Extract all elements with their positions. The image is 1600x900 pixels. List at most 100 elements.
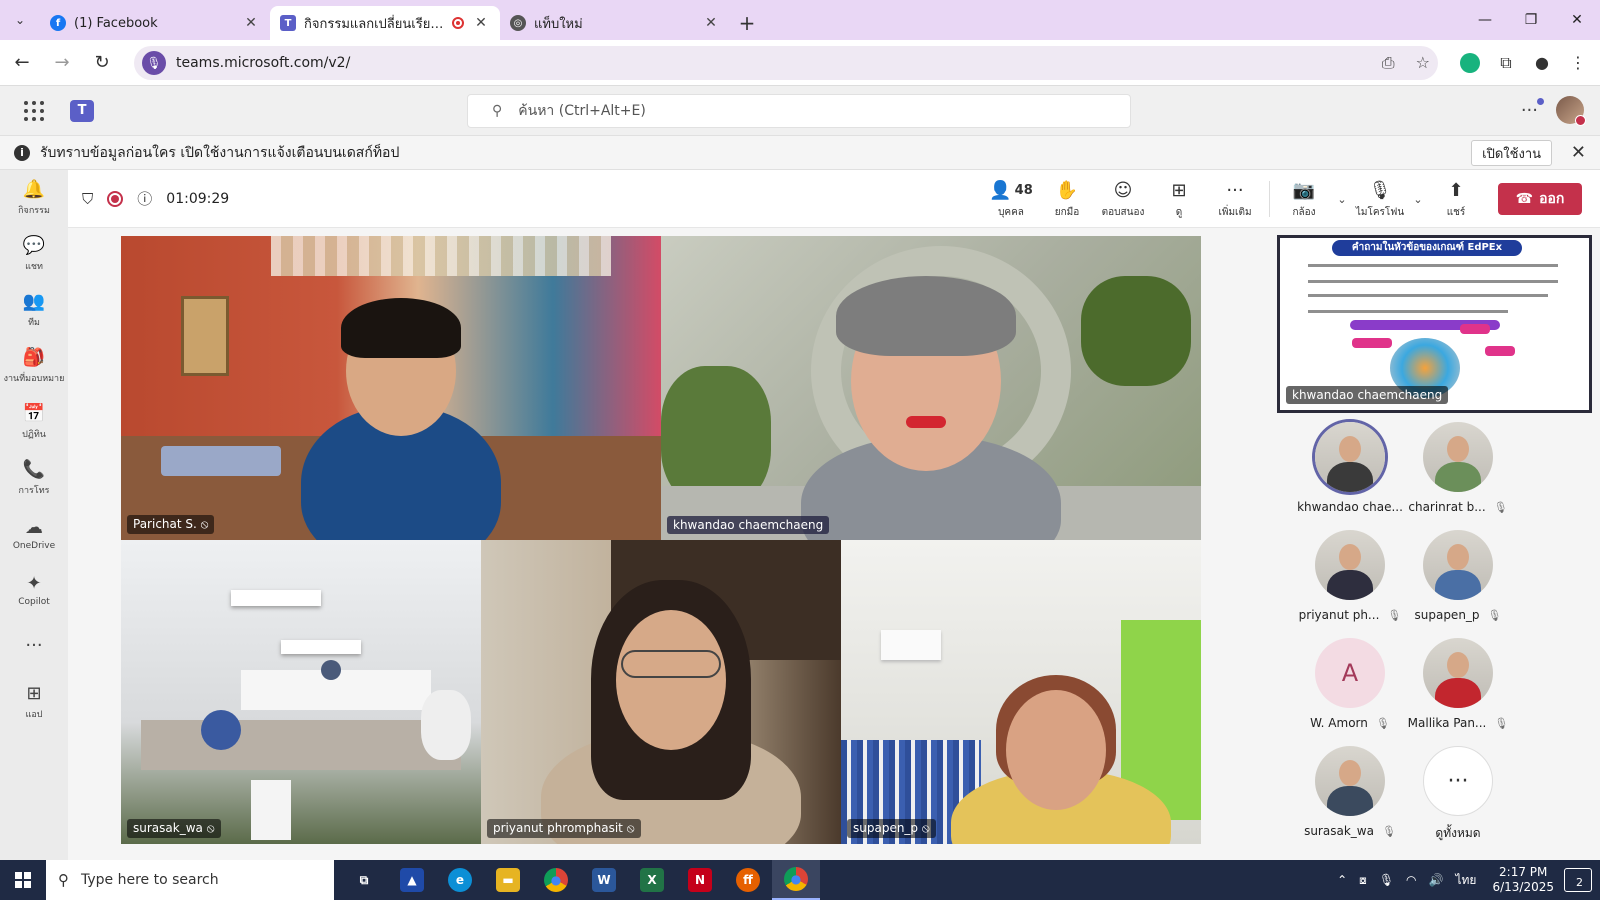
taskbar-chrome-button[interactable]: ● <box>532 860 580 900</box>
taskbar-word-button[interactable]: W <box>580 860 628 900</box>
tab-title: กิจกรรมแลกเปลี่ยนเรียนรู้ SAR <box>304 16 452 32</box>
app-launcher-icon[interactable] <box>24 100 44 121</box>
info-icon[interactable]: ⓘ <box>137 188 152 209</box>
tab-title: แท็บใหม่ <box>534 16 583 32</box>
browser-menu-icon[interactable]: ⋮ <box>1560 53 1596 72</box>
tab-search-chevron-icon[interactable]: ⌄ <box>0 0 40 40</box>
install-app-icon[interactable]: ⎙ <box>1382 53 1395 72</box>
teams-icon: T <box>280 15 296 31</box>
participant-item[interactable]: A W. Amorn 🎙 <box>1290 634 1410 744</box>
taskbar-search-input[interactable]: ⚲ Type here to search <box>46 860 334 900</box>
taskbar-task-view-button[interactable]: ⧉ <box>340 860 388 900</box>
teams-search-input[interactable]: ⚲ ค้นหา (Ctrl+Alt+E) <box>467 94 1131 128</box>
notification-text: รับทราบข้อมูลก่อนใคร เปิดใช้งานการแจ้งเต… <box>40 144 400 161</box>
more-button[interactable]: ··· เพิ่มเติม <box>1207 170 1263 228</box>
rail-item-apps-plus[interactable]: ⊞ แอป <box>0 674 68 730</box>
taskbar-chrome-active-button[interactable]: ● <box>772 860 820 900</box>
address-bar[interactable]: 🎙 teams.microsoft.com/v2/ ⎙ ☆ <box>134 45 1438 80</box>
participant-item[interactable]: khwandao chae... <box>1290 418 1410 528</box>
more-icon: ··· <box>25 635 43 656</box>
rail-item-bell[interactable]: 🔔 กิจกรรม <box>0 170 68 226</box>
view-all-participants-button[interactable]: ··· ดูทั้งหมด <box>1398 742 1518 852</box>
settings-more-icon[interactable]: ··· <box>1521 97 1545 121</box>
minimize-icon[interactable]: — <box>1462 0 1508 40</box>
shared-content-preview[interactable]: คำถามในหัวข้อของเกณฑ์ EdPEx khwandao cha… <box>1277 235 1592 413</box>
participant-item[interactable]: charinrat b... 🎙 <box>1398 418 1518 528</box>
microphone-icon[interactable]: 🎙 <box>1379 873 1394 887</box>
taskbar-clock[interactable]: 2:17 PM 6/13/2025 <box>1492 865 1554 895</box>
participant-item[interactable]: supapen_p 🎙 <box>1398 526 1518 636</box>
video-tile-active-speaker[interactable]: khwandao chaemchaeng <box>661 236 1201 540</box>
camera-button[interactable]: 📷 กล้อง <box>1276 170 1332 228</box>
back-arrow-icon[interactable]: ← <box>4 45 40 81</box>
phone-icon: 📞 <box>22 459 46 480</box>
rail-item-cloud[interactable]: ☁ OneDrive <box>0 506 68 562</box>
taskbar-firefox-button[interactable]: ff <box>724 860 772 900</box>
video-tile[interactable]: priyanut phromphasit ⦸ <box>481 540 841 844</box>
start-button[interactable] <box>0 860 46 900</box>
react-button[interactable]: ☺ ตอบสนอง <box>1095 170 1151 228</box>
raise-hand-button[interactable]: ✋ ยกมือ <box>1039 170 1095 228</box>
input-language[interactable]: ไทย <box>1455 871 1476 890</box>
close-icon[interactable]: ✕ <box>702 15 720 31</box>
participant-name: charinrat b... <box>1408 500 1486 514</box>
close-icon[interactable]: ✕ <box>242 15 260 31</box>
tab-teams-meeting[interactable]: T กิจกรรมแลกเปลี่ยนเรียนรู้ SAR ✕ <box>270 6 500 40</box>
video-tile[interactable]: Parichat S. ⦸ <box>121 236 661 540</box>
recording-icon[interactable] <box>107 190 124 207</box>
grammarly-icon[interactable] <box>1460 52 1480 73</box>
people-button[interactable]: 👤 48 บุคคล <box>983 170 1039 228</box>
meet-now-icon[interactable]: ⧇ <box>1359 873 1367 888</box>
action-center-button[interactable]: 2 <box>1564 868 1592 892</box>
volume-icon[interactable]: 🔊 <box>1429 873 1444 887</box>
wifi-icon[interactable]: ◠ <box>1406 873 1416 887</box>
leave-button[interactable]: ☎ ออก <box>1498 183 1582 215</box>
rail-item-copilot[interactable]: ✦ Copilot <box>0 562 68 618</box>
reload-icon[interactable]: ↻ <box>84 45 120 81</box>
window-close-icon[interactable]: ✕ <box>1554 0 1600 40</box>
rail-item-chat[interactable]: 💬 แชท <box>0 226 68 282</box>
forward-arrow-icon[interactable]: → <box>44 45 80 81</box>
video-tile[interactable]: surasak_wa ⦸ <box>121 540 481 844</box>
participant-item[interactable]: Mallika Pan... 🎙 <box>1398 634 1518 744</box>
participant-item[interactable]: priyanut ph... 🎙 <box>1290 526 1410 636</box>
bookmark-star-icon[interactable]: ☆ <box>1416 53 1430 72</box>
new-tab-button[interactable]: + <box>730 6 764 40</box>
tab-new-tab[interactable]: ◎ แท็บใหม่ ✕ <box>500 6 730 40</box>
rail-item-assignments[interactable]: 🎒 งานที่มอบหมาย <box>0 338 68 394</box>
avatar[interactable] <box>1556 96 1586 126</box>
rail-item-more[interactable]: ··· <box>0 618 68 674</box>
url-text[interactable]: teams.microsoft.com/v2/ <box>176 55 1366 71</box>
teams-logo-icon: T <box>70 99 94 122</box>
tab-facebook[interactable]: f (1) Facebook ✕ <box>40 6 270 40</box>
rail-item-phone[interactable]: 📞 การโทร <box>0 450 68 506</box>
rail-item-calendar[interactable]: 📅 ปฏิทิน <box>0 394 68 450</box>
mic-indicator-icon[interactable]: 🎙 <box>142 50 166 75</box>
taskbar-edge-button[interactable]: e <box>436 860 484 900</box>
profile-icon[interactable]: ● <box>1524 53 1560 72</box>
video-tile[interactable]: supapen_p ⦸ <box>841 540 1201 844</box>
restore-icon[interactable]: ❐ <box>1508 0 1554 40</box>
taskbar-file-explorer-button[interactable]: ▬ <box>484 860 532 900</box>
shield-icon[interactable]: ⛉ <box>82 190 93 208</box>
taskbar-excel-button[interactable]: X <box>628 860 676 900</box>
chrome-active-icon: ● <box>784 867 808 891</box>
cloud-icon: ☁ <box>25 517 43 538</box>
share-button[interactable]: ⬆ แชร์ <box>1428 170 1484 228</box>
close-icon[interactable]: ✕ <box>472 15 490 31</box>
extensions-puzzle-icon[interactable]: ⧉ <box>1488 53 1524 73</box>
mic-button[interactable]: 🎙 ไมโครโฟน <box>1352 170 1408 228</box>
taskbar-app-blue-button[interactable]: ▲ <box>388 860 436 900</box>
chevron-up-icon[interactable]: ⌃ <box>1337 873 1347 887</box>
mic-muted-icon: 🎙 <box>1381 824 1396 838</box>
camera-options-chevron-icon[interactable]: ⌄ <box>1332 193 1352 206</box>
taskbar-app-n-button[interactable]: N <box>676 860 724 900</box>
participant-item[interactable]: surasak_wa 🎙 <box>1290 742 1410 852</box>
enable-notifications-button[interactable]: เปิดใช้งาน <box>1471 140 1552 166</box>
grid-icon: ⊞ <box>1171 180 1187 201</box>
word-icon: W <box>592 868 616 892</box>
rail-item-teams-people[interactable]: 👥 ทีม <box>0 282 68 338</box>
mic-options-chevron-icon[interactable]: ⌄ <box>1408 193 1428 206</box>
close-icon[interactable]: ✕ <box>1571 142 1586 163</box>
view-button[interactable]: ⊞ ดู <box>1151 170 1207 228</box>
